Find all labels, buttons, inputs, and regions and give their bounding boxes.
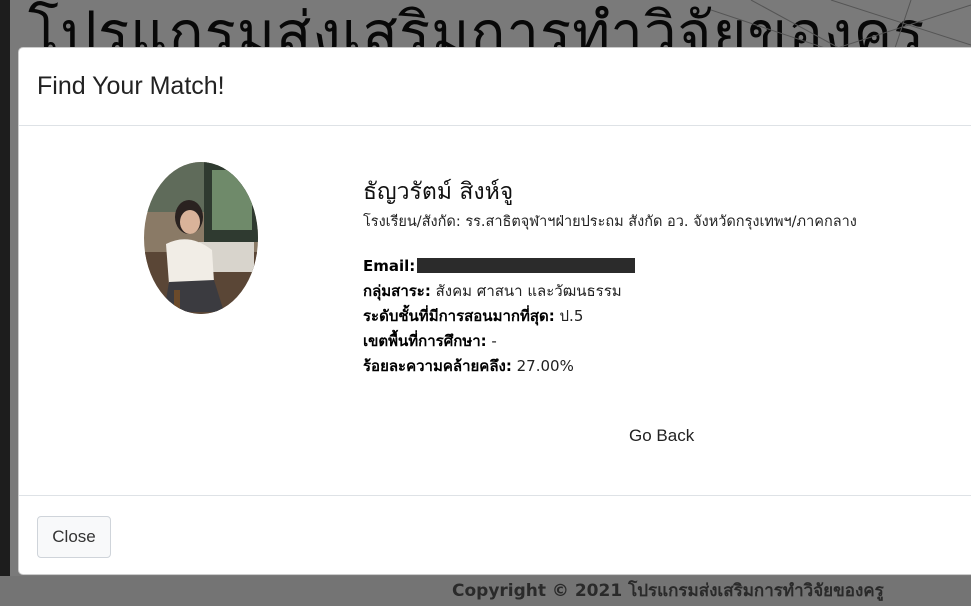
level-value: ป.5 [559,307,584,325]
match-modal: Find Your Match! ธัญวรัตม์ สิงห์จู โรงเร… [18,47,971,575]
subject-value: สังคม ศาสนา และวัฒนธรรม [435,282,622,300]
email-label: Email: [363,257,416,275]
subject-row: กลุ่มสาระ: สังคม ศาสนา และวัฒนธรรม [363,279,635,304]
profile-name: ธัญวรัตม์ สิงห์จู [363,179,514,205]
profile-details: Email: กลุ่มสาระ: สังคม ศาสนา และวัฒนธรร… [363,254,636,379]
profile-photo [144,162,258,314]
email-redacted [417,258,636,273]
similarity-label: ร้อยละความคล้ายคลึง: [363,357,512,375]
similarity-value: 27.00% [516,357,574,375]
area-row: เขตพื้นที่การศึกษา: - [363,329,635,354]
level-label: ระดับชั้นที่มีการสอนมากที่สุด: [363,307,555,325]
go-back-link[interactable]: Go Back [629,426,694,446]
area-label: เขตพื้นที่การศึกษา: [363,332,487,350]
modal-body: ธัญวรัตม์ สิงห์จู โรงเรียน/สังกัด: รร.สา… [19,126,971,496]
profile-affiliation: โรงเรียน/สังกัด: รร.สาธิตจุฬาฯฝ่ายประถม … [363,214,857,230]
similarity-row: ร้อยละความคล้ายคลึง: 27.00% [363,354,635,379]
email-row: Email: [363,254,636,279]
area-value: - [491,332,497,350]
modal-header: Find Your Match! [19,48,971,126]
modal-footer: Close [19,496,971,574]
close-button[interactable]: Close [37,516,111,558]
level-row: ระดับชั้นที่มีการสอนมากที่สุด: ป.5 [363,304,635,329]
modal-title: Find Your Match! [37,72,225,100]
subject-label: กลุ่มสาระ: [363,282,431,300]
